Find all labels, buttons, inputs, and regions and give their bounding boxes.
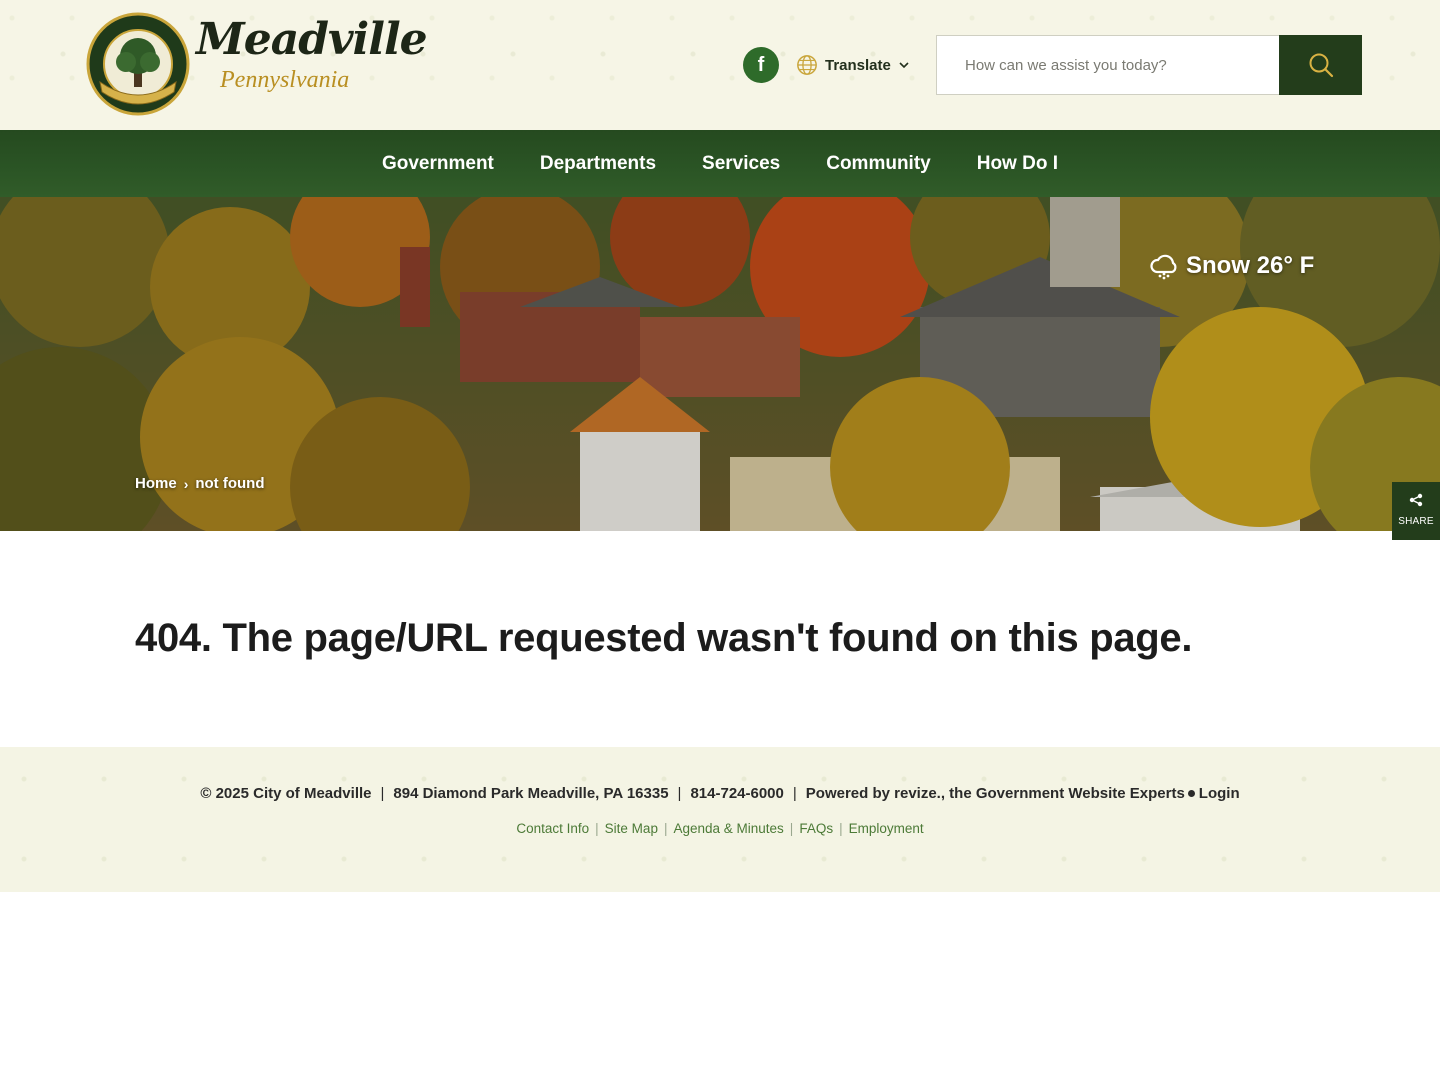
snow-cloud-icon <box>1150 254 1177 280</box>
search-button[interactable] <box>1279 35 1362 95</box>
share-icon <box>1409 493 1423 507</box>
share-label: SHARE <box>1398 516 1434 527</box>
globe-icon <box>797 55 817 75</box>
chevron-right-icon: › <box>183 475 189 492</box>
breadcrumb-current: not found <box>195 475 265 492</box>
site-header: Meadville Pennyslvania f Translate <box>0 0 1440 130</box>
logo-state: Pennyslvania <box>220 67 350 93</box>
site-footer: © 2025 City of Meadville | 894 Diamond Par… <box>0 747 1440 892</box>
footer-link-site-map[interactable]: Site Map <box>605 821 658 836</box>
footer-link-employment[interactable]: Employment <box>849 821 924 836</box>
footer-links: Contact Info | Site Map | Agenda & Minutes | F… <box>516 821 924 836</box>
search-input[interactable] <box>936 35 1280 95</box>
nav-item-government[interactable]: Government <box>382 154 494 173</box>
share-button[interactable]: SHARE <box>1392 482 1440 540</box>
nav-item-departments[interactable]: Departments <box>540 154 656 173</box>
footer-link-agenda-minutes[interactable]: Agenda & Minutes <box>673 821 783 836</box>
facebook-icon[interactable]: f <box>743 47 779 83</box>
nav-item-how-do-i[interactable]: How Do I <box>977 154 1058 173</box>
footer-link-faqs[interactable]: FAQs <box>799 821 833 836</box>
breadcrumb: Home › not found <box>135 475 265 492</box>
weather-widget: Snow 26° F <box>1148 250 1314 282</box>
translate-dropdown[interactable]: Translate <box>796 52 910 78</box>
footer-powered-by[interactable]: Powered by revize., the Government Websi… <box>806 785 1185 802</box>
bullet-separator <box>1187 789 1195 797</box>
footer-phone[interactable]: 814-724-6000 <box>690 785 783 802</box>
chevron-down-icon <box>899 62 909 69</box>
weather-text: Snow 26° F <box>1186 252 1315 279</box>
city-seal-logo[interactable] <box>82 12 194 118</box>
footer-info: © 2025 City of Meadville | 894 Diamond Par… <box>200 785 1240 802</box>
footer-copyright: © 2025 City of Meadville <box>200 785 372 802</box>
nav-item-services[interactable]: Services <box>702 154 780 173</box>
footer-link-contact-info[interactable]: Contact Info <box>516 821 589 836</box>
main-nav: Government Departments Services Communit… <box>0 130 1440 197</box>
translate-label: Translate <box>825 56 891 74</box>
breadcrumb-home[interactable]: Home <box>135 475 177 492</box>
nav-item-community[interactable]: Community <box>826 154 931 173</box>
logo-wordmark[interactable]: Meadville <box>196 18 428 62</box>
footer-login-link[interactable]: Login <box>1199 785 1240 802</box>
footer-address: 894 Diamond Park Meadville, PA 16335 <box>393 785 669 802</box>
page-title: 404. The page/URL requested wasn't found… <box>135 616 1193 660</box>
search-icon <box>1309 53 1333 78</box>
